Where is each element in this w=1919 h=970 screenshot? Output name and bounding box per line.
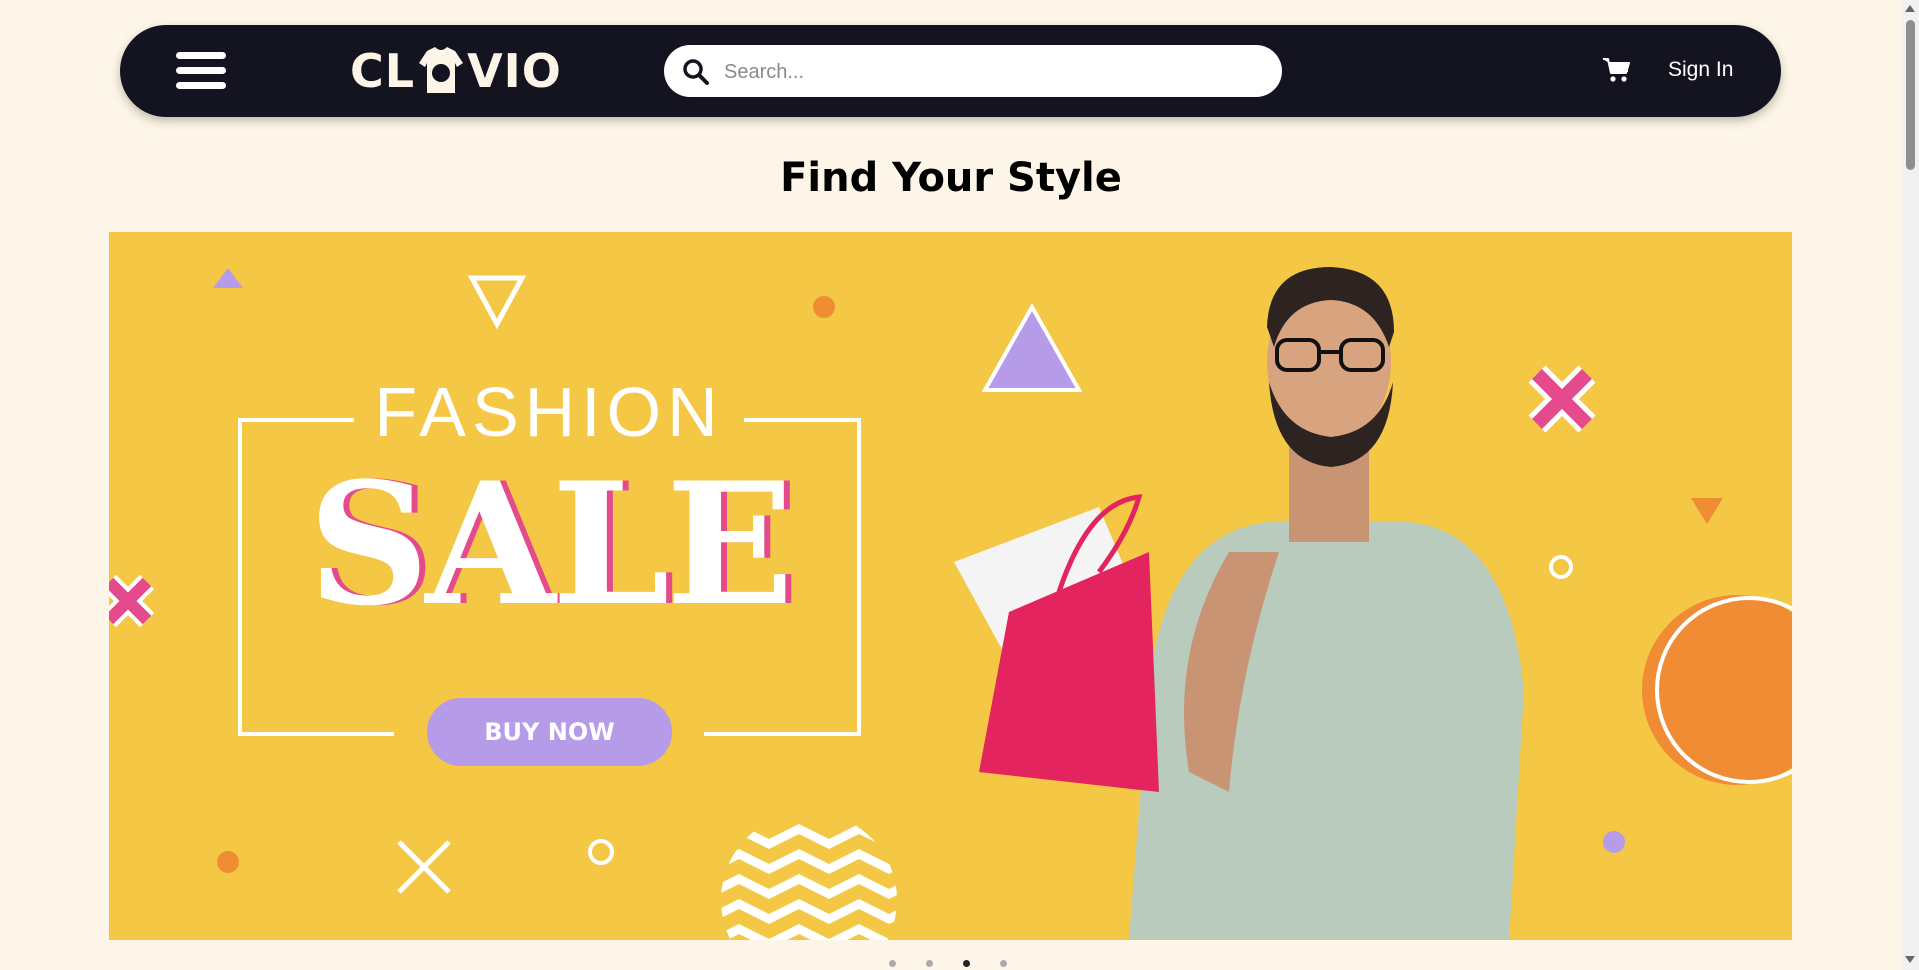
- search-input[interactable]: [722, 55, 1266, 89]
- orange-dot-bottom: [217, 851, 239, 873]
- orange-dot-top: [813, 296, 835, 318]
- search-icon[interactable]: [682, 58, 710, 86]
- carousel-dot-2[interactable]: [926, 960, 933, 967]
- logo-text-right: VIO: [467, 44, 562, 98]
- banner-fashion-text: FASHION: [374, 373, 724, 451]
- orange-circle-large: [1642, 595, 1792, 785]
- purple-triangle-small: [213, 268, 243, 288]
- scroll-thumb[interactable]: [1906, 20, 1915, 170]
- purple-triangle-large: [981, 302, 1083, 392]
- white-ring-bottom: [588, 839, 614, 865]
- pink-cross-left: [109, 574, 155, 628]
- logo[interactable]: CL VIO: [350, 43, 562, 99]
- orange-triangle-small: [1691, 498, 1723, 524]
- shopping-bags: [954, 494, 1159, 792]
- logo-text-left: CL: [350, 44, 416, 98]
- carousel-indicators: [889, 960, 1007, 967]
- purple-dot-right: [1603, 831, 1625, 853]
- model-photo: [1129, 267, 1524, 940]
- white-cross-bottom: [397, 840, 451, 894]
- page-scrollbar[interactable]: [1902, 0, 1919, 970]
- tshirt-logo-icon: [419, 47, 464, 93]
- carousel-dot-4[interactable]: [1000, 960, 1007, 967]
- cart-icon[interactable]: [1602, 57, 1630, 83]
- page-title: Find Your Style: [780, 155, 1122, 201]
- chevron-semicircle: [721, 823, 897, 940]
- sign-in-link[interactable]: Sign In: [1668, 58, 1733, 82]
- white-ring-right: [1549, 555, 1573, 579]
- carousel-dot-1[interactable]: [889, 960, 896, 967]
- scroll-down-arrow-icon[interactable]: [1905, 956, 1915, 963]
- banner-sale-text: SALE: [308, 445, 794, 643]
- scroll-up-arrow-icon[interactable]: [1905, 5, 1915, 12]
- hero-banner[interactable]: FASHION SALE BUY NOW: [109, 232, 1792, 940]
- buy-now-button[interactable]: BUY NOW: [427, 698, 672, 766]
- hamburger-icon[interactable]: [176, 52, 226, 90]
- navbar: CL VIO Sign In: [120, 25, 1781, 117]
- search-bar: [664, 45, 1282, 97]
- pink-cross-right: [1528, 365, 1596, 433]
- carousel-dot-3[interactable]: [963, 960, 970, 967]
- white-triangle-outline: [467, 275, 527, 330]
